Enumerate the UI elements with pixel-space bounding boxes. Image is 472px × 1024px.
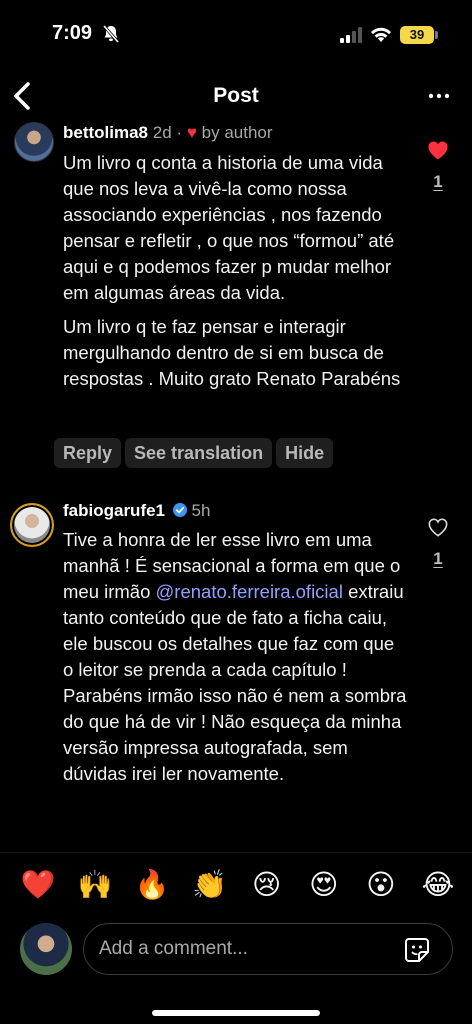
comment-text-part: extraiu tanto conteúdo que de fato a fic… <box>63 581 407 784</box>
reaction-laughing-icon[interactable]: 😂 <box>418 867 458 903</box>
reaction-crying-icon[interactable]: 😢 <box>247 867 287 903</box>
like-column: 1 <box>426 517 450 569</box>
comment-text: Tive a honra de ler esse livro em uma ma… <box>63 527 408 787</box>
wifi-icon <box>371 27 391 42</box>
heart-filled-icon[interactable] <box>427 140 449 160</box>
quick-reactions-bar: ❤️ 🙌 🔥 👏 😢 😍 😮 😂 <box>18 867 458 903</box>
verified-badge-icon <box>172 503 187 517</box>
comment-paragraph: Um livro q te faz pensar e interagir mer… <box>63 316 401 389</box>
comment-input-placeholder: Add a comment... <box>99 938 248 959</box>
home-indicator[interactable] <box>152 1010 320 1016</box>
bottom-composer-panel: ❤️ 🙌 🔥 👏 😢 😍 😮 😂 Add a comment... <box>0 852 472 1024</box>
comment-username[interactable]: bettolima8 <box>63 123 148 142</box>
like-count[interactable]: 1 <box>426 549 450 569</box>
reaction-heart-icon[interactable]: ❤️ <box>18 867 58 903</box>
page-title: Post <box>213 84 259 107</box>
top-nav: Post <box>0 74 472 118</box>
comment-meta: fabiogarufe1 5h <box>63 501 210 521</box>
meta-separator: · <box>176 123 183 142</box>
see-translation-button[interactable]: See translation <box>125 438 273 468</box>
add-comment-input[interactable]: Add a comment... <box>83 923 453 975</box>
reaction-clapping-icon[interactable]: 👏 <box>189 867 229 903</box>
mention-link[interactable]: @renato.ferreira.oficial <box>156 581 343 602</box>
reply-button[interactable]: Reply <box>54 438 122 468</box>
liked-by-author-label: by author <box>201 123 273 142</box>
comment-paragraph: Um livro q conta a historia de uma vida … <box>63 152 395 303</box>
commenter-avatar-story-ring[interactable] <box>10 503 54 547</box>
comment-actions: Reply See translation Hide <box>54 438 334 468</box>
status-bar: 7:09 39 <box>0 0 472 70</box>
battery-cap <box>435 31 438 39</box>
hide-button[interactable]: Hide <box>276 438 334 468</box>
author-liked-heart-icon: ♥ <box>186 123 197 142</box>
reaction-surprised-icon[interactable]: 😮 <box>361 867 401 903</box>
reaction-fire-icon[interactable]: 🔥 <box>132 867 172 903</box>
comment-text: Um livro q conta a historia de uma vida … <box>63 150 408 392</box>
more-options-icon[interactable] <box>426 84 452 108</box>
reaction-raised-hands-icon[interactable]: 🙌 <box>75 867 115 903</box>
comment-username[interactable]: fabiogarufe1 <box>63 501 165 520</box>
status-time: 7:09 <box>52 22 93 44</box>
bell-off-icon <box>102 25 120 43</box>
comment-age: 2d <box>152 123 172 142</box>
commenter-avatar[interactable] <box>14 122 54 162</box>
my-avatar <box>20 923 72 975</box>
like-count[interactable]: 1 <box>426 172 450 192</box>
cellular-signal-icon <box>340 27 362 43</box>
sticker-icon[interactable] <box>404 937 430 963</box>
comment-meta: bettolima8 2d · ♥ by author <box>63 123 273 143</box>
reaction-heart-eyes-icon[interactable]: 😍 <box>304 867 344 903</box>
heart-outline-icon[interactable] <box>427 517 449 537</box>
comment-age: 5h <box>191 501 211 520</box>
like-column: 1 <box>426 140 450 192</box>
battery-level: 39 <box>400 26 434 44</box>
